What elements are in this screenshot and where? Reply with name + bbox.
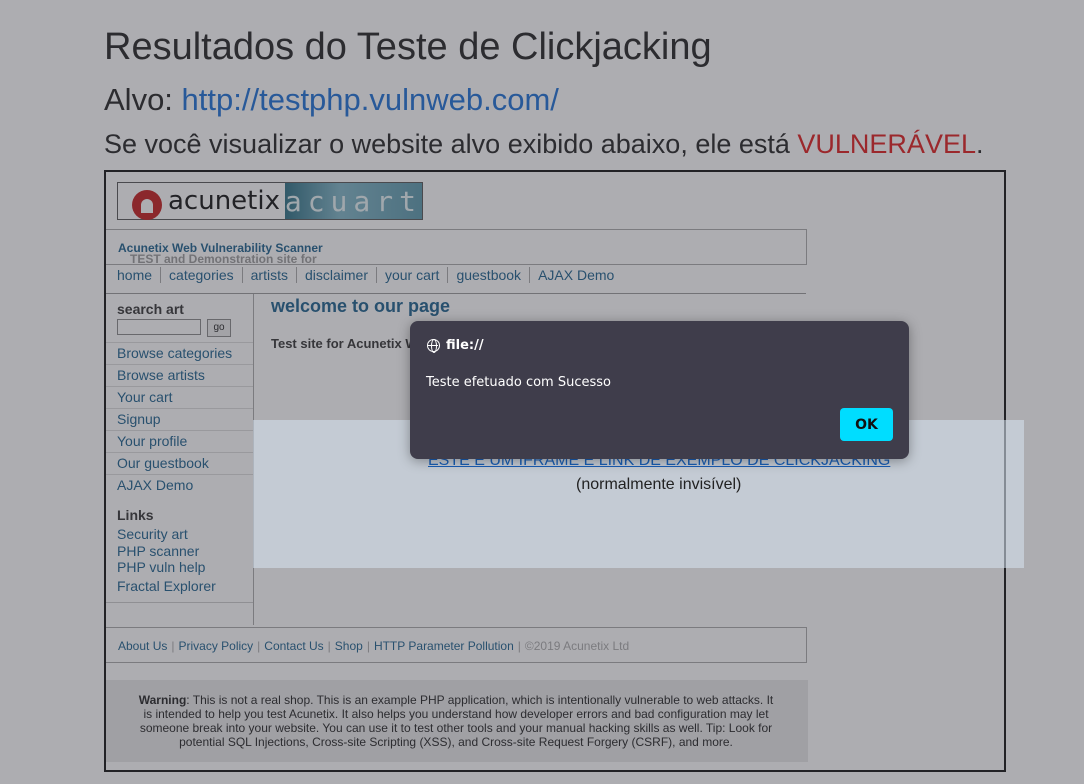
clickjacking-results-page: Resultados do Teste de Clickjacking Alvo…: [0, 0, 1084, 784]
dialog-origin: file://: [427, 338, 484, 353]
ok-button[interactable]: OK: [840, 408, 893, 441]
dialog-message: Teste efetuado com Sucesso: [426, 375, 611, 390]
clickjacking-demo-subtext: (normalmente invisível): [576, 476, 742, 493]
dialog-origin-text: file://: [446, 338, 484, 353]
globe-icon: [427, 339, 440, 353]
alert-dialog: file:// Teste efetuado com Sucesso OK: [410, 321, 909, 459]
